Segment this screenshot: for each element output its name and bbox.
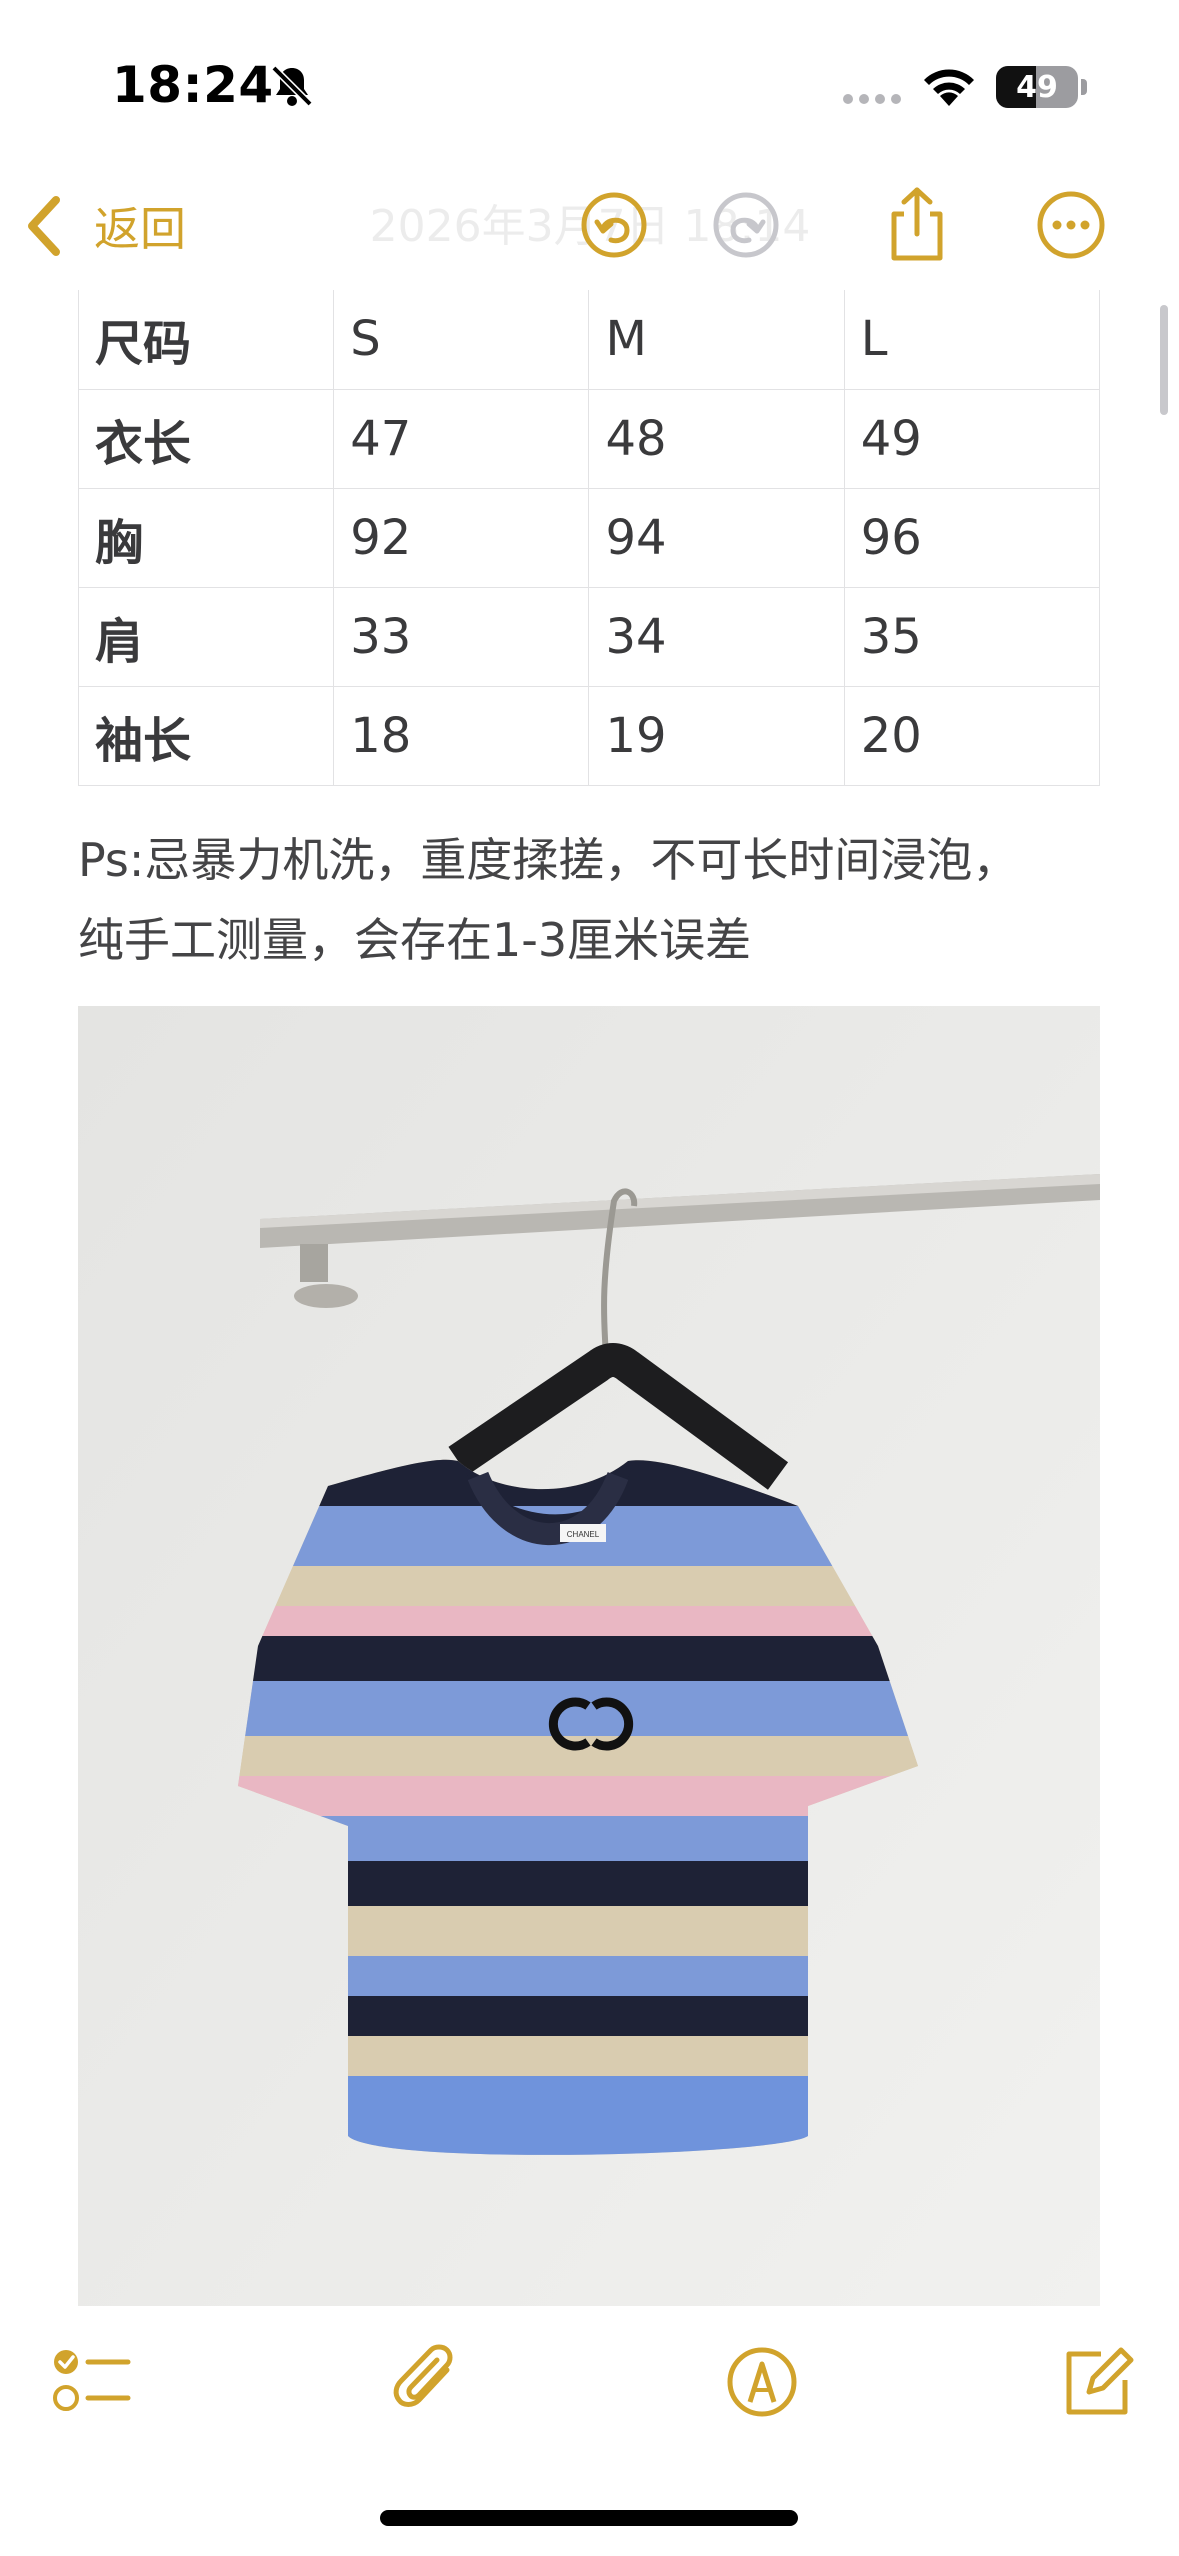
table-cell: 47	[333, 388, 590, 489]
more-icon	[1037, 191, 1105, 259]
product-photo[interactable]: CHANEL	[78, 1006, 1100, 2306]
table-cell: 20	[843, 685, 1101, 786]
table-cell: 尺码	[77, 290, 335, 390]
paperclip-icon	[393, 2344, 453, 2407]
sweater-photo-image: CHANEL	[78, 1006, 1100, 2306]
checklist-icon	[53, 2350, 131, 2411]
compose-icon	[1066, 2347, 1134, 2415]
nav-bar: 返回 2026年3月7日 18:14	[0, 160, 1179, 290]
checklist-button[interactable]	[50, 2340, 134, 2424]
attachment-button[interactable]	[385, 2340, 469, 2424]
battery-icon: 49	[996, 66, 1078, 108]
table-cell: 94	[588, 487, 845, 588]
scroll-indicator[interactable]	[1160, 305, 1168, 415]
note-line: 纯手工测量，会存在1-3厘米误差	[78, 913, 752, 967]
redo-button[interactable]	[705, 184, 787, 266]
share-button[interactable]	[876, 184, 958, 266]
table-cell: 33	[333, 586, 590, 687]
share-icon	[891, 187, 943, 261]
chevron-left-icon	[28, 196, 60, 256]
back-button[interactable]: 返回	[24, 188, 186, 264]
table-cell: 18	[333, 685, 590, 786]
table-header-row: 尺码 S M L	[77, 290, 1101, 390]
bottom-toolbar	[0, 2320, 1179, 2460]
back-label: 返回	[94, 202, 186, 256]
markup-pen-icon	[727, 2347, 797, 2417]
table-cell: 92	[333, 487, 590, 588]
table-cell: 49	[843, 388, 1101, 489]
size-table: 尺码 S M L 衣长 47 48 49 胸 92 94 96 肩 33 34 …	[77, 290, 1101, 786]
markup-button[interactable]	[720, 2340, 804, 2424]
table-cell: 96	[843, 487, 1101, 588]
table-row: 胸 92 94 96	[77, 487, 1101, 588]
home-indicator[interactable]	[380, 2510, 798, 2526]
table-cell: 衣长	[77, 388, 335, 489]
cellular-signal-icon	[843, 94, 901, 104]
table-row: 衣长 47 48 49	[77, 388, 1101, 489]
table-cell: 袖长	[77, 685, 335, 786]
table-cell: 48	[588, 388, 845, 489]
battery-level: 49	[1016, 70, 1058, 105]
table-cell: L	[843, 290, 1101, 390]
note-body-text[interactable]: Ps:忌暴力机洗，重度揉搓，不可长时间浸泡， 纯手工测量，会存在1-3厘米误差	[78, 820, 1128, 980]
table-row: 肩 33 34 35	[77, 586, 1101, 687]
redo-icon	[713, 192, 779, 258]
table-cell: 35	[843, 586, 1101, 687]
status-time: 18:24	[112, 56, 274, 114]
undo-button[interactable]	[573, 184, 655, 266]
wifi-icon	[924, 69, 974, 106]
table-row: 袖长 18 19 20	[77, 685, 1101, 786]
compose-button[interactable]	[1055, 2340, 1139, 2424]
table-cell: 19	[588, 685, 845, 786]
table-cell: 肩	[77, 586, 335, 687]
battery-cap	[1081, 79, 1087, 95]
more-button[interactable]	[1030, 184, 1112, 266]
status-bar: 18:24 49	[0, 0, 1179, 160]
chanel-label-lettering: CHANEL	[567, 1530, 600, 1539]
table-cell: M	[588, 290, 845, 390]
bell-slash-icon	[271, 65, 313, 107]
table-cell: S	[333, 290, 590, 390]
note-line: Ps:忌暴力机洗，重度揉搓，不可长时间浸泡，	[78, 833, 1019, 887]
undo-icon	[581, 192, 647, 258]
table-cell: 胸	[77, 487, 335, 588]
table-cell: 34	[588, 586, 845, 687]
